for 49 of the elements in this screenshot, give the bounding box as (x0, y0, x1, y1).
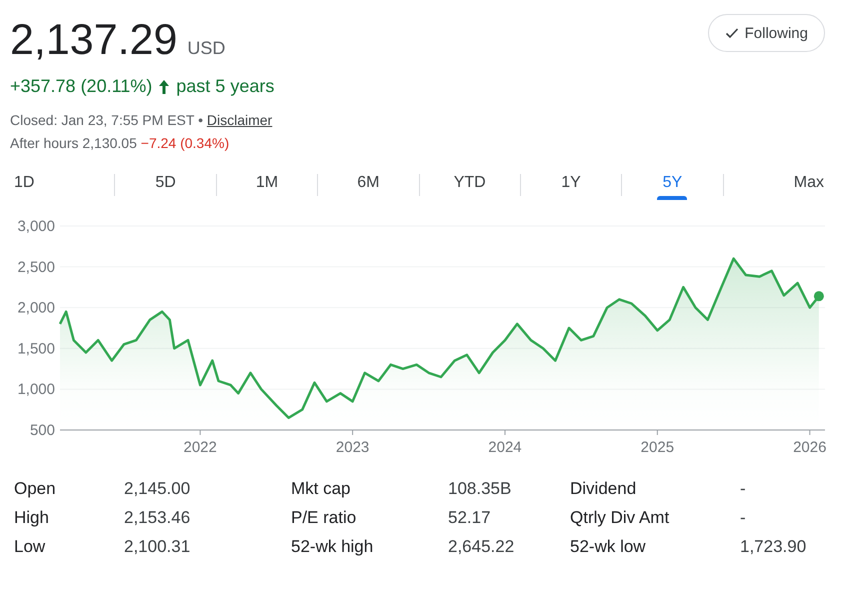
stock-price: 2,137.29 (10, 15, 178, 66)
stat-value: 52.17 (448, 507, 492, 528)
stat-label: Mkt cap (291, 478, 352, 499)
disclaimer-link[interactable]: Disclaimer (206, 112, 272, 128)
range-tab[interactable]: 1M (216, 168, 318, 200)
y-axis-label: 3,000 (17, 218, 55, 235)
y-axis-label: 2,000 (17, 300, 55, 317)
x-axis-label: 2023 (336, 439, 370, 456)
stat-label: P/E ratio (291, 507, 358, 528)
x-axis-label: 2024 (488, 439, 522, 456)
stat-value: 2,645.22 (448, 536, 516, 557)
stat-label: High (14, 507, 50, 528)
stat-value: 2,145.00 (124, 478, 192, 499)
range-tab[interactable]: 1Y (520, 168, 622, 200)
change-period: past 5 years (176, 76, 274, 97)
current-price-dot (814, 291, 824, 302)
stat-label: Open (14, 478, 57, 499)
stat-label: Dividend (570, 478, 638, 499)
range-tab[interactable]: Max (724, 168, 834, 200)
price-change: +357.78 (20.11%) (10, 76, 152, 97)
range-tab[interactable]: 6M (318, 168, 418, 200)
x-axis-label: 2025 (640, 439, 674, 456)
y-axis-label: 500 (30, 422, 55, 439)
y-axis-label: 1,000 (17, 381, 55, 398)
x-axis-label: 2026 (793, 439, 826, 456)
stat-label: 52-wk high (291, 536, 374, 557)
stat-value: - (740, 478, 747, 499)
y-axis-label: 1,500 (17, 340, 55, 358)
after-hours-price: After hours 2,130.05 (10, 135, 137, 151)
after-hours-change: −7.24 (0.34%) (140, 135, 230, 151)
x-axis-label: 2022 (184, 439, 217, 456)
checkmark-icon (724, 26, 739, 40)
stat-value: 108.35B (448, 478, 512, 499)
separator-dot: • (198, 112, 203, 128)
stat-label: 52-wk low (570, 536, 647, 557)
stat-value: 2,153.46 (124, 507, 192, 528)
closed-time: Closed: Jan 23, 7:55 PM EST (10, 112, 194, 128)
stat-value: 2,100.31 (124, 536, 192, 557)
range-tab[interactable]: 1D (8, 168, 114, 200)
currency-label: USD (187, 38, 226, 59)
stat-value: - (740, 507, 747, 528)
range-tab[interactable]: 5D (115, 168, 216, 200)
stat-label: Low (14, 536, 46, 557)
range-tab[interactable]: YTD (420, 168, 520, 200)
stat-value: 1,723.90 (740, 536, 808, 557)
range-tab[interactable]: 5Y (622, 168, 723, 200)
stat-label: Qtrly Div Amt (570, 507, 670, 528)
y-axis-label: 2,500 (17, 258, 55, 276)
following-button[interactable]: Following (708, 14, 825, 52)
